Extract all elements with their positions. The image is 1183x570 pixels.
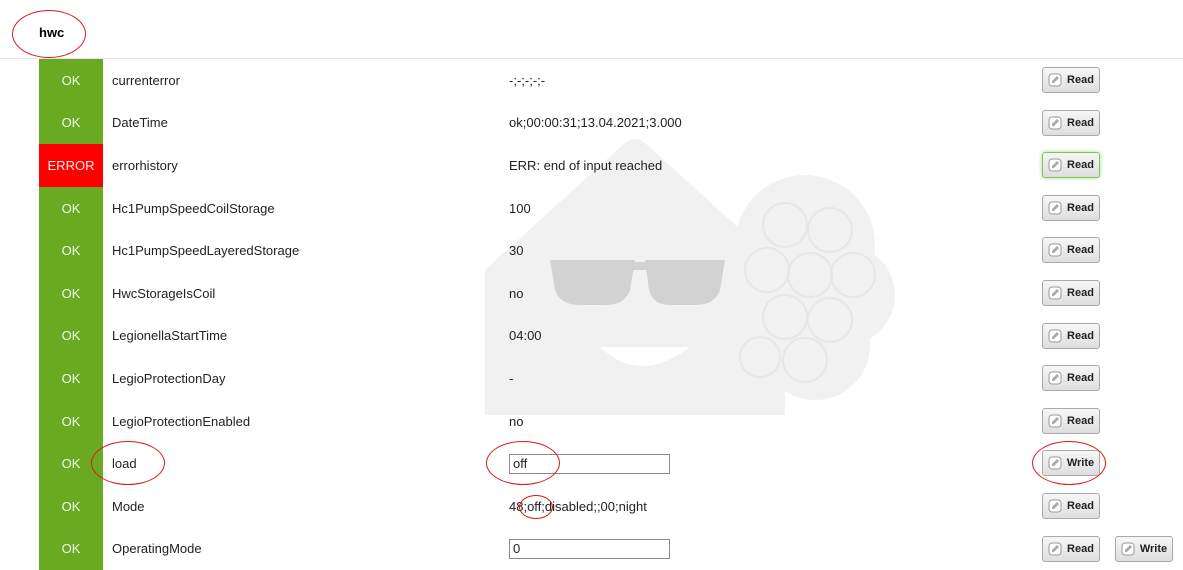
status-badge: OK	[39, 527, 103, 570]
read-button[interactable]: Read	[1042, 67, 1100, 93]
parameter-name: Hc1PumpSpeedLayeredStorage	[112, 243, 300, 259]
table-row: OK Hc1PumpSpeedCoilStorage 100 Read	[39, 186, 1183, 230]
parameter-name: currenterror	[112, 72, 180, 88]
read-button-label: Read	[1067, 201, 1094, 214]
table-row: OK load Write	[39, 442, 1183, 485]
parameter-value: ERR: end of input reached	[509, 157, 663, 173]
read-button-label: Read	[1067, 244, 1094, 257]
status-badge: OK	[39, 186, 103, 230]
section-header: hwc	[0, 0, 1183, 59]
edit-icon	[1048, 286, 1062, 300]
operating-mode-input[interactable]	[509, 538, 670, 559]
status-badge: OK	[39, 442, 103, 485]
status-badge: OK	[39, 357, 103, 400]
parameter-value: ok;00:00:31;13.04.2021;3.000	[509, 115, 682, 131]
parameter-value: 48;off;disabled;;00;night	[509, 498, 647, 514]
parameter-name: LegioProtectionEnabled	[112, 413, 251, 429]
read-button-label: Read	[1067, 414, 1094, 427]
read-button-label: Read	[1067, 372, 1094, 385]
parameter-value: no	[509, 285, 524, 301]
read-button[interactable]: Read	[1042, 407, 1100, 434]
read-button[interactable]: Read	[1042, 322, 1100, 349]
edit-icon	[1121, 542, 1135, 556]
read-button-label: Read	[1067, 159, 1094, 172]
read-button[interactable]: Read	[1042, 492, 1100, 519]
table-row: OK HwcStorageIsCoil no Read	[39, 271, 1183, 315]
parameter-value-field	[509, 528, 670, 570]
status-badge: OK	[39, 484, 103, 528]
read-button[interactable]: Read	[1042, 237, 1100, 264]
parameter-name: LegioProtectionDay	[112, 370, 226, 386]
edit-icon	[1048, 329, 1062, 343]
parameter-value-field	[509, 442, 670, 485]
edit-icon	[1048, 201, 1062, 215]
read-button-label: Read	[1067, 499, 1094, 512]
parameter-value: 100	[509, 200, 531, 216]
read-button[interactable]: Read	[1042, 365, 1100, 392]
status-badge: OK	[39, 229, 103, 272]
table-row: OK LegioProtectionEnabled no Read	[39, 399, 1183, 443]
status-badge: OK	[39, 59, 103, 102]
load-input[interactable]	[509, 453, 670, 474]
read-button[interactable]: Read	[1042, 535, 1100, 562]
edit-icon	[1048, 116, 1062, 130]
table-row: ERROR errorhistory ERR: end of input rea…	[39, 144, 1183, 187]
edit-icon	[1048, 499, 1062, 513]
parameter-value: 04:00	[509, 328, 542, 344]
parameter-name: Hc1PumpSpeedCoilStorage	[112, 200, 275, 216]
edit-icon	[1048, 158, 1062, 172]
status-badge: OK	[39, 271, 103, 315]
table-row: OK Mode 48;off;disabled;;00;night Read	[39, 484, 1183, 528]
read-button[interactable]: Read	[1042, 279, 1100, 306]
parameter-value: no	[509, 413, 524, 429]
parameter-value: -;-;-;-;-	[509, 72, 546, 88]
read-button-label: Read	[1067, 286, 1094, 299]
read-button[interactable]: Read	[1042, 194, 1100, 221]
write-button[interactable]: Write	[1042, 450, 1100, 477]
table-row: OK LegioProtectionDay - Read	[39, 357, 1183, 400]
status-badge: OK	[39, 314, 103, 358]
parameter-name: Mode	[112, 498, 145, 514]
table-row: OK LegionellaStartTime 04:00 Read	[39, 314, 1183, 358]
write-button-label: Write	[1066, 457, 1095, 470]
parameter-list: OK currenterror -;-;-;-;- Read OK DateTi…	[39, 59, 1183, 570]
status-badge: ERROR	[39, 144, 103, 187]
edit-icon	[1048, 414, 1062, 428]
write-button[interactable]: Write	[1115, 535, 1173, 562]
edit-icon	[1048, 542, 1062, 556]
edit-icon	[1048, 371, 1062, 385]
parameter-name: HwcStorageIsCoil	[112, 285, 216, 301]
edit-icon	[1048, 456, 1062, 470]
read-button-label: Read	[1067, 116, 1094, 129]
read-button-label: Read	[1067, 542, 1094, 555]
table-row: OK currenterror -;-;-;-;- Read	[39, 59, 1183, 102]
edit-icon	[1048, 243, 1062, 257]
section-title: hwc	[39, 25, 65, 40]
read-button[interactable]: Read	[1042, 152, 1100, 179]
parameter-value: 30	[509, 243, 524, 259]
read-button[interactable]: Read	[1042, 109, 1100, 136]
parameter-name: DateTime	[112, 115, 168, 131]
table-row: OK DateTime ok;00:00:31;13.04.2021;3.000…	[39, 101, 1183, 145]
read-button-label: Read	[1067, 329, 1094, 342]
table-row: OK Hc1PumpSpeedLayeredStorage 30 Read	[39, 229, 1183, 272]
parameter-name: LegionellaStartTime	[112, 328, 228, 344]
write-button-label: Write	[1139, 542, 1168, 555]
table-row: OK OperatingMode Read Write	[39, 527, 1183, 570]
parameter-name: load	[112, 456, 137, 472]
parameter-value: -	[509, 370, 514, 386]
parameter-name: errorhistory	[112, 157, 178, 173]
status-badge: OK	[39, 399, 103, 443]
read-button-label: Read	[1067, 74, 1094, 86]
edit-icon	[1048, 73, 1062, 87]
parameter-name: OperatingMode	[112, 541, 202, 557]
status-badge: OK	[39, 101, 103, 145]
